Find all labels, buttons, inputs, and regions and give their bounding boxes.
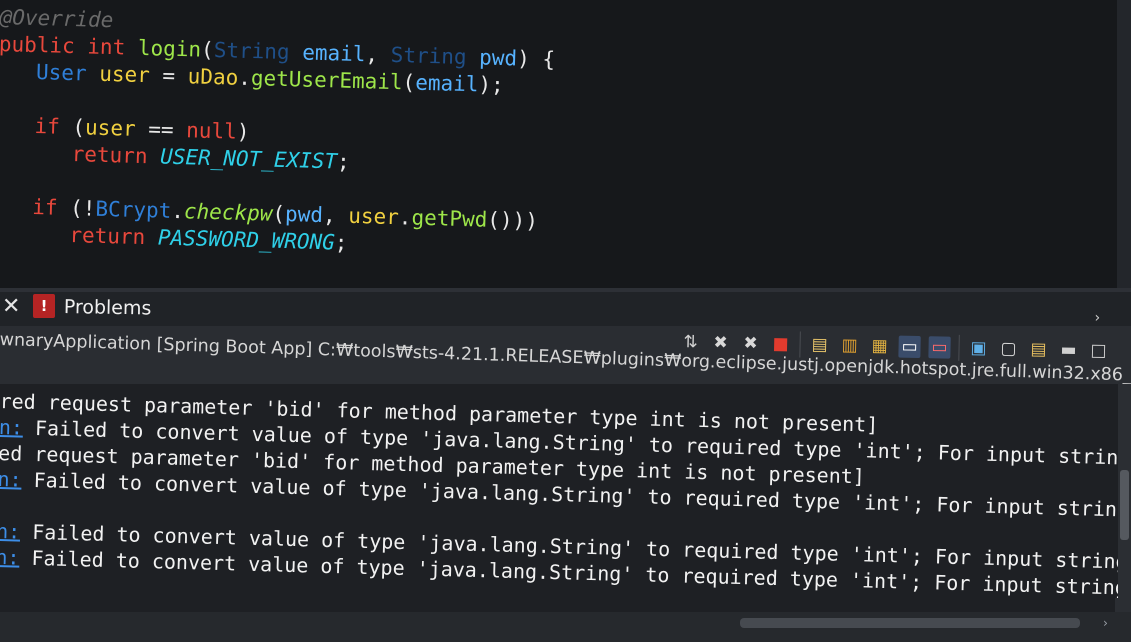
open-console-icon[interactable]: ▣ bbox=[967, 337, 989, 359]
code-token: User bbox=[35, 60, 87, 86]
code-token: user bbox=[84, 115, 137, 141]
tab-problems[interactable]: Problems bbox=[64, 296, 152, 320]
code-token: PASSWORD_WRONG bbox=[157, 225, 336, 255]
code-token: ) bbox=[236, 119, 250, 145]
code-token: login bbox=[137, 35, 202, 62]
code-token: uDao bbox=[187, 64, 239, 90]
code-token: getPwd bbox=[411, 205, 488, 232]
code-token: ( bbox=[59, 114, 86, 140]
code-editor[interactable]: @Override public int login(String email, … bbox=[0, 0, 1131, 290]
scroll-lock-icon[interactable]: ▥ bbox=[838, 334, 860, 356]
code-token: public bbox=[0, 31, 76, 59]
code-token: return bbox=[71, 142, 148, 169]
code-token: , bbox=[365, 42, 392, 67]
code-token: if bbox=[31, 194, 58, 220]
code-token: . bbox=[398, 205, 412, 230]
code-token: pwd bbox=[284, 202, 324, 228]
close-icon[interactable]: ✕ bbox=[2, 294, 20, 319]
code-token: BCrypt bbox=[95, 196, 172, 223]
editor-vertical-scrollbar[interactable] bbox=[1117, 0, 1131, 300]
code-token: ; bbox=[334, 230, 348, 255]
code-token: . bbox=[170, 198, 185, 224]
chevron-right-icon[interactable]: › bbox=[1093, 310, 1101, 326]
code-token: == bbox=[135, 116, 187, 143]
show-on-stdout-icon[interactable]: ▭ bbox=[898, 335, 921, 359]
code-token: user bbox=[98, 61, 151, 88]
view-tab-bar bbox=[0, 292, 1131, 326]
code-token: ( bbox=[200, 37, 215, 62]
console-lines: red request parameter 'bid' for method p… bbox=[0, 388, 1118, 603]
exception-link[interactable]: n: bbox=[0, 519, 21, 544]
show-on-stderr-icon[interactable]: ▭ bbox=[928, 336, 951, 359]
code-token: if bbox=[34, 114, 61, 139]
minimize-icon[interactable]: ▬ bbox=[1057, 339, 1079, 361]
remove-all-terminated-icon[interactable]: ✖ bbox=[739, 332, 761, 354]
code-token: ) { bbox=[516, 46, 556, 72]
code-token: String bbox=[213, 37, 290, 65]
code-token: user bbox=[347, 203, 400, 230]
code-token: = bbox=[149, 63, 189, 89]
code-token: null bbox=[185, 118, 238, 144]
code-token: getUserEmail bbox=[250, 66, 403, 95]
exception-link[interactable]: n: bbox=[0, 467, 22, 492]
code-token: @Override bbox=[0, 4, 114, 33]
code-token: ); bbox=[478, 72, 505, 98]
code-token: String bbox=[390, 42, 467, 70]
maximize-icon[interactable]: □ bbox=[1087, 340, 1109, 362]
code-token: ())) bbox=[487, 207, 539, 234]
clear-console-icon[interactable]: ▤ bbox=[808, 334, 830, 356]
display-selected-console-icon[interactable]: ▢ bbox=[997, 338, 1019, 360]
code-token: , bbox=[322, 203, 349, 228]
code-token: USER_NOT_EXIST bbox=[159, 144, 338, 174]
pin-icon[interactable]: ⇅ bbox=[679, 331, 701, 353]
terminate-icon[interactable]: ■ bbox=[769, 333, 791, 355]
code-token: int bbox=[87, 34, 126, 60]
code-area[interactable]: @Override public int login(String email, … bbox=[0, 4, 556, 262]
remove-launch-icon[interactable]: ✖ bbox=[709, 332, 731, 354]
toolbar-separator bbox=[799, 331, 801, 358]
code-token: email bbox=[414, 70, 479, 97]
word-wrap-icon[interactable]: ▦ bbox=[868, 335, 890, 357]
scroll-right-arrow-icon[interactable]: › bbox=[1102, 616, 1109, 630]
code-token: (! bbox=[57, 195, 96, 221]
code-token: ; bbox=[336, 149, 351, 174]
exception-link[interactable]: n: bbox=[0, 415, 23, 440]
console-output[interactable]: red request parameter 'bid' for method p… bbox=[0, 384, 1118, 612]
code-token: email bbox=[301, 40, 366, 67]
code-token: . bbox=[237, 65, 252, 91]
code-token: pwd bbox=[478, 45, 518, 71]
code-token: ( bbox=[402, 70, 416, 95]
code-token: checkpw bbox=[183, 199, 273, 226]
horizontal-scroll-thumb[interactable] bbox=[740, 618, 1080, 628]
toolbar-separator bbox=[958, 334, 960, 361]
code-token: ( bbox=[272, 201, 286, 227]
problems-icon[interactable]: ! bbox=[33, 294, 55, 318]
new-console-icon[interactable]: ▤ bbox=[1027, 338, 1049, 360]
exception-link[interactable]: n: bbox=[0, 545, 20, 570]
code-token: return bbox=[69, 223, 146, 250]
console-scroll-thumb[interactable] bbox=[1120, 470, 1129, 540]
